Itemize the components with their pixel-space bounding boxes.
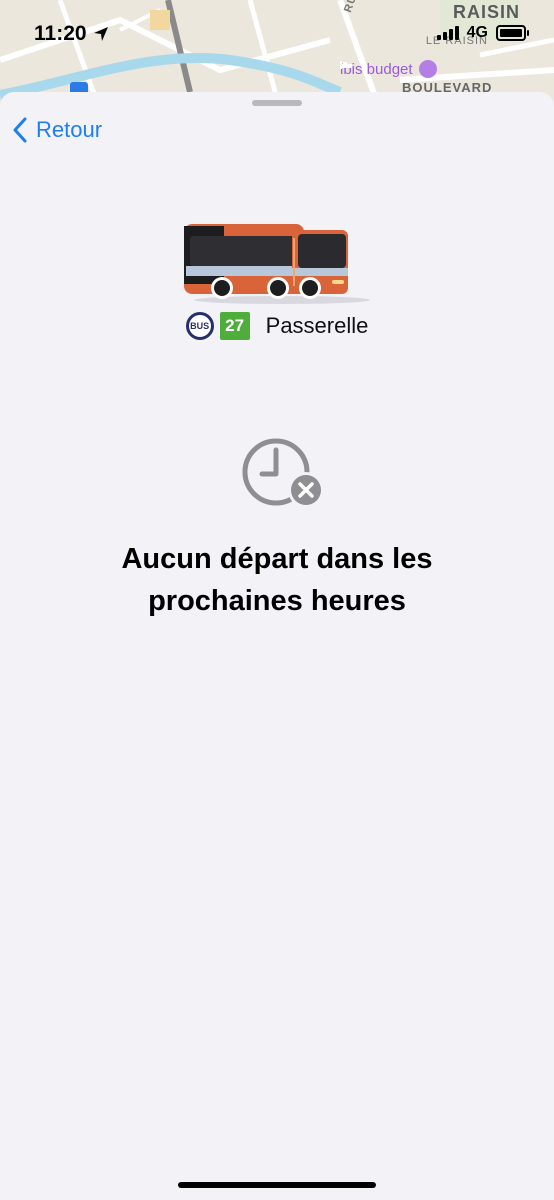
network-type: 4G xyxy=(466,24,488,41)
back-label: Retour xyxy=(36,117,103,142)
status-indicators: 4G xyxy=(436,24,529,42)
empty-state-title: Aucun départ dans les prochaines heures xyxy=(121,543,433,617)
clock-cancel-icon xyxy=(242,438,324,508)
departures-sheet: Retour BUS 27 Passerelle Aucun départ da… xyxy=(0,92,554,1200)
stop-name: Passerelle xyxy=(265,313,369,338)
bus-illustration-icon xyxy=(184,224,370,304)
bus-mode-icon: BUS xyxy=(185,312,214,340)
chevron-left-icon xyxy=(13,117,27,143)
status-bar: 11:20 4G xyxy=(0,0,554,70)
location-arrow-icon xyxy=(93,27,108,41)
status-time: 11:20 xyxy=(34,22,109,46)
home-indicator[interactable] xyxy=(178,1182,376,1188)
route-header: BUS 27 Passerelle xyxy=(0,312,554,340)
line-number-badge: 27 xyxy=(219,312,250,340)
sheet-grabber[interactable] xyxy=(252,100,302,106)
battery-icon xyxy=(496,25,529,41)
time-label: 11:20 xyxy=(34,22,87,45)
back-button[interactable]: Retour xyxy=(12,116,102,144)
signal-icon xyxy=(436,26,459,40)
